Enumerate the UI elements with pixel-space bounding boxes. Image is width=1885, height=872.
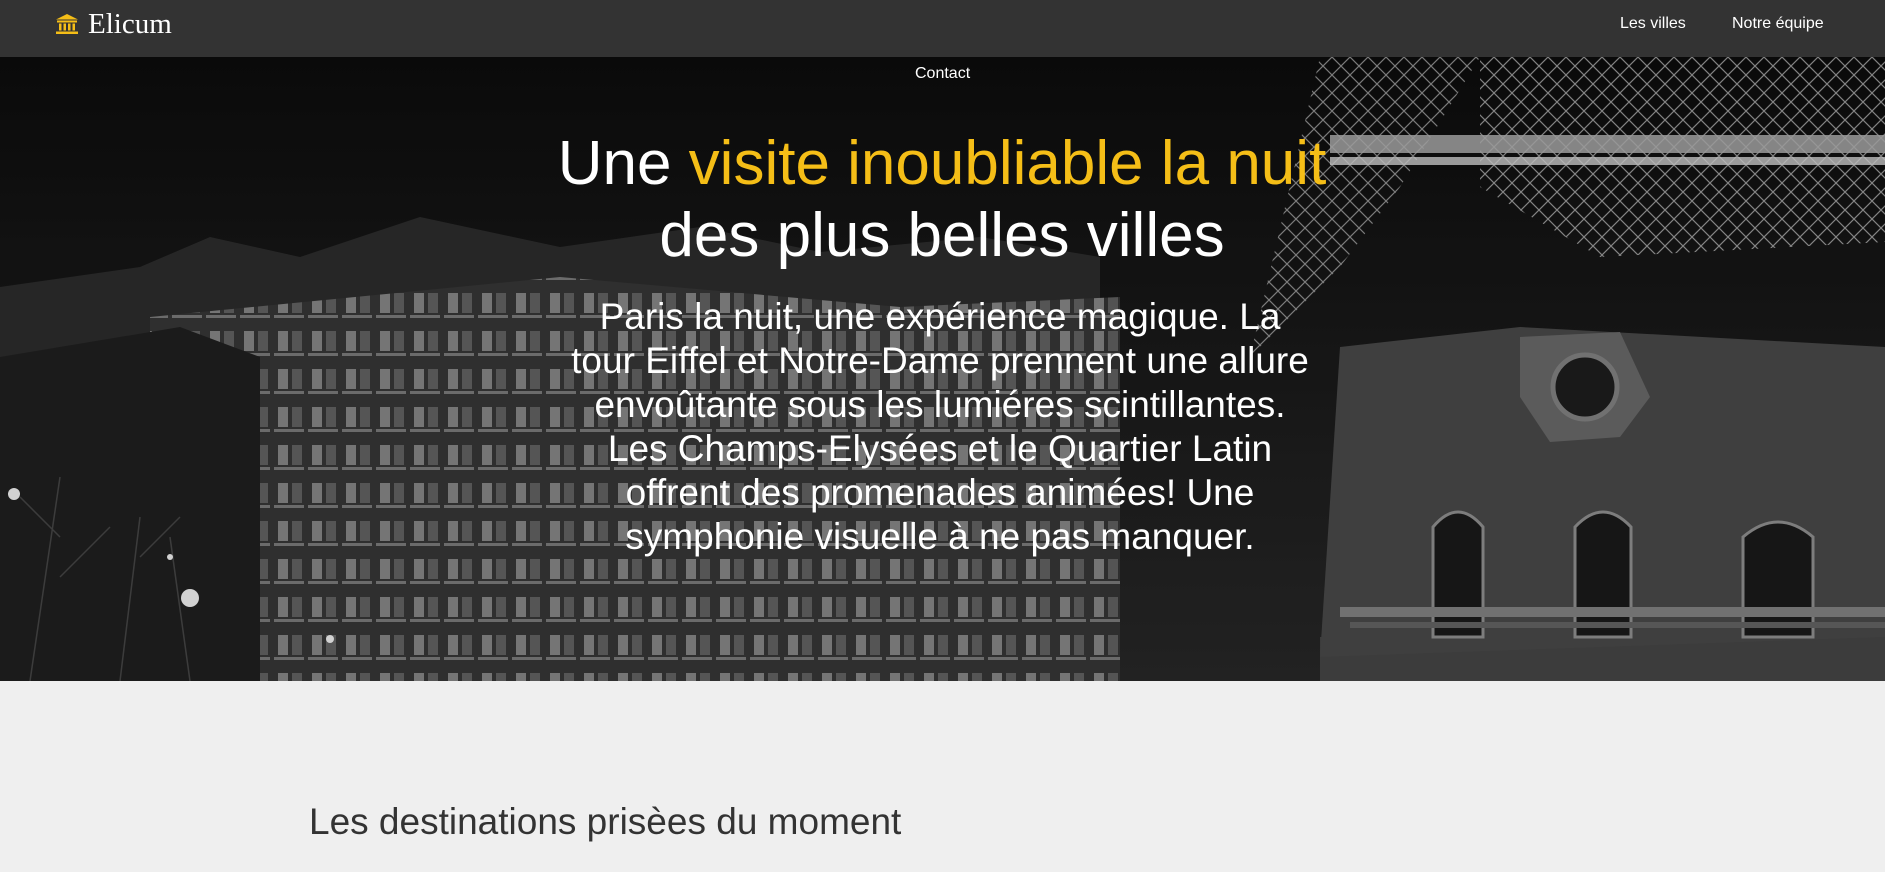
hero-title-part-2: des plus belles villes: [659, 201, 1225, 270]
hero-section: Une visite inoubliable la nuit des plus …: [0, 57, 1885, 681]
destinations-section-title: Les destinations prisèes du moment: [309, 801, 902, 842]
nav-link-villes[interactable]: Les villes: [1620, 14, 1686, 34]
hero-description: Paris la nuit, une expérience magique. L…: [571, 296, 1309, 557]
nav-link-equipe[interactable]: Notre équipe: [1732, 14, 1824, 34]
hero-title-part-1: Une: [557, 129, 689, 198]
bank-building-icon: [56, 14, 78, 34]
nav-link-contact[interactable]: Contact: [915, 64, 970, 84]
hero-title-accent: visite inoubliable la nuit: [688, 129, 1327, 198]
hero-title: Une visite inoubliable la nuit des plus …: [442, 128, 1442, 272]
brand-logo[interactable]: Elicum: [55, 6, 172, 42]
brand-name: Elicum: [88, 8, 172, 40]
navbar: Elicum Les villes Notre équipe: [0, 0, 1885, 57]
